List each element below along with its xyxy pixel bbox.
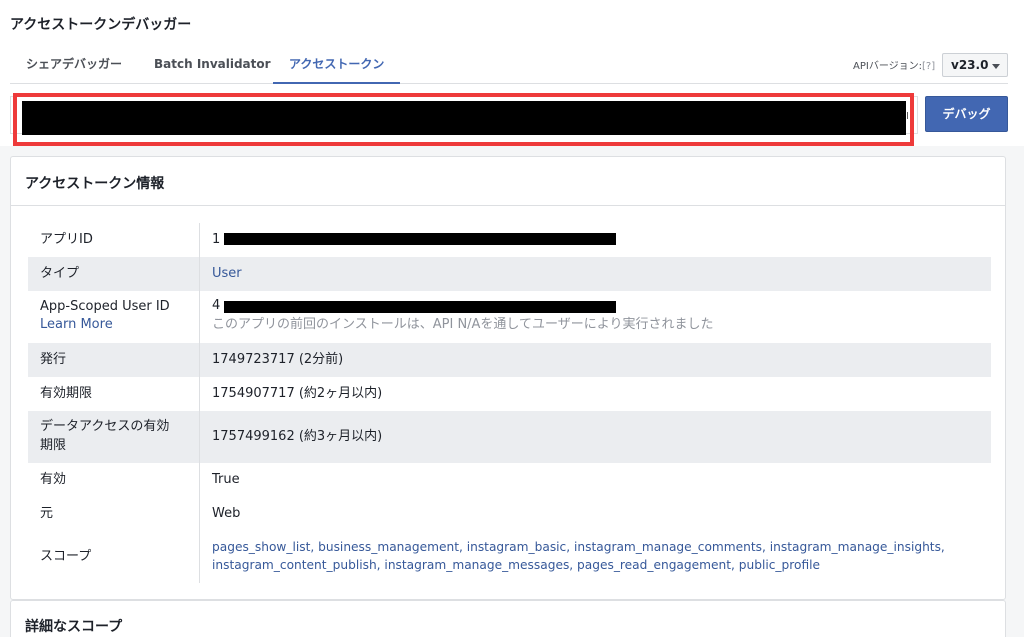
debug-button[interactable]: デバッグ	[925, 96, 1008, 132]
column-divider	[199, 223, 200, 257]
valid-value: True	[212, 472, 240, 487]
learn-more-link[interactable]: Learn More	[40, 316, 113, 334]
tab-share-debugger[interactable]: シェアデバッガー	[10, 48, 138, 84]
user-id-redaction	[224, 301, 616, 313]
detailed-scopes-panel: 詳細なスコープ	[10, 600, 1006, 637]
page-title: アクセストークンデバッガー	[10, 17, 192, 33]
tab-batch-invalidator[interactable]: Batch Invalidator	[138, 48, 287, 84]
app-id-label: アプリID	[40, 232, 93, 247]
scopes-label: スコープ	[40, 549, 92, 564]
column-divider	[199, 463, 200, 497]
column-divider	[199, 257, 200, 291]
panel-title: アクセストークン情報	[25, 176, 165, 192]
app-scoped-user-id-value: 4	[212, 298, 221, 313]
table-row-scopes: スコープ pages_show_list, business_managemen…	[28, 531, 991, 583]
install-note: このアプリの前回のインストールは、API N/Aを通してユーザーにより実行されま…	[212, 317, 714, 332]
data-access-expires-value: 1757499162 (約3ヶ月以内)	[212, 429, 383, 444]
issued-label: 発行	[40, 352, 67, 367]
column-divider	[199, 343, 200, 377]
column-divider	[199, 497, 200, 531]
app-id-redaction	[224, 233, 616, 245]
table-row-valid: 有効 True	[28, 463, 991, 497]
valid-label: 有効	[40, 472, 67, 487]
table-row-data-access-expires: データアクセスの有効 期限 1757499162 (約3ヶ月以内)	[28, 411, 991, 463]
table-row-issued: 発行 1749723717 (2分前)	[28, 343, 991, 377]
type-label: タイプ	[40, 266, 80, 281]
column-divider	[199, 291, 200, 343]
api-version-label: APIバージョン:[?]	[853, 57, 935, 72]
api-version-select[interactable]: v23.0	[942, 53, 1008, 77]
data-access-expires-label-line2: 期限	[40, 438, 67, 453]
api-version-value: v23.0	[951, 58, 989, 72]
expires-label: 有効期限	[40, 386, 93, 401]
api-version-help-link[interactable]: [?]	[922, 61, 935, 72]
origin-label: 元	[40, 506, 54, 521]
data-access-expires-label-line1: データアクセスの有効	[40, 419, 170, 434]
table-row-app-id: アプリID 1	[28, 223, 991, 257]
issued-value: 1749723717 (2分前)	[212, 352, 344, 367]
tab-access-token[interactable]: アクセストークン	[273, 48, 401, 84]
origin-value: Web	[212, 506, 241, 521]
column-divider	[199, 377, 200, 411]
table-row-expires: 有効期限 1754907717 (約2ヶ月以内)	[28, 377, 991, 411]
detailed-scopes-title: 詳細なスコープ	[25, 619, 123, 635]
access-token-info-panel: アクセストークン情報 アプリID 1 タイプ User App-Scoped U…	[10, 156, 1006, 600]
table-row-origin: 元 Web	[28, 497, 991, 531]
scopes-line1[interactable]: pages_show_list, business_management, in…	[212, 538, 945, 556]
app-id-value: 1	[212, 232, 221, 247]
type-value-link[interactable]: User	[212, 265, 242, 283]
table-row-type: タイプ User	[28, 257, 991, 291]
scopes-line2[interactable]: instagram_content_publish, instagram_man…	[212, 556, 820, 574]
highlight-annotation-box	[13, 93, 914, 146]
app-scoped-user-id-label: App-Scoped User ID	[40, 299, 170, 314]
panel-divider	[11, 205, 1005, 206]
expires-value: 1754907717 (約2ヶ月以内)	[212, 386, 383, 401]
column-divider	[199, 411, 200, 463]
column-divider	[199, 531, 200, 583]
chevron-down-icon	[992, 64, 1000, 69]
api-version-text: APIバージョン:	[853, 61, 922, 72]
table-row-app-scoped-user-id: App-Scoped User ID Learn More 4 このアプリの前回…	[28, 291, 991, 343]
